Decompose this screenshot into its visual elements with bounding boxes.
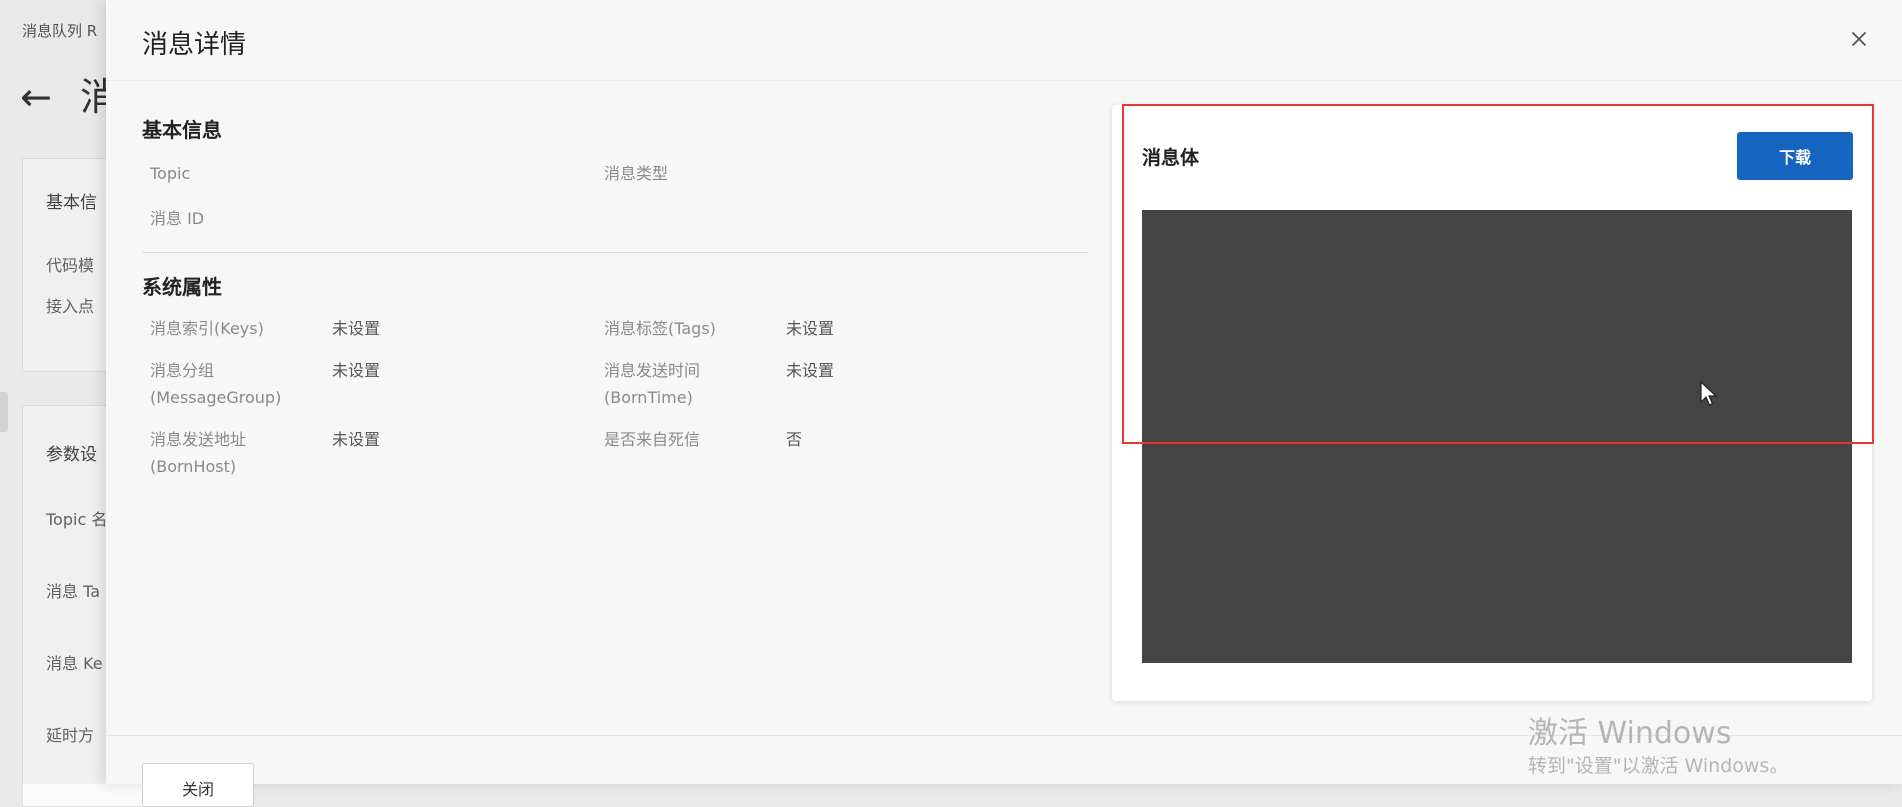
close-button[interactable]: 关闭 <box>142 763 254 807</box>
message-type-label: 消息类型 <box>604 164 669 183</box>
message-group-label-sub: (MessageGroup) <box>150 388 282 407</box>
section-divider <box>142 252 1088 253</box>
message-body-content[interactable] <box>1142 210 1852 663</box>
keys-label: 消息索引(Keys) <box>150 319 264 338</box>
dead-letter-value: 否 <box>786 430 803 449</box>
message-id-label: 消息 ID <box>150 209 205 228</box>
tags-value: 未设置 <box>786 319 835 338</box>
watermark-subtitle: 转到"设置"以激活 Windows。 <box>1528 755 1789 777</box>
message-body-title: 消息体 <box>1142 147 1200 169</box>
dead-letter-label: 是否来自死信 <box>604 430 701 449</box>
born-host-value: 未设置 <box>332 430 381 449</box>
tags-label: 消息标签(Tags) <box>604 319 716 338</box>
message-group-value: 未设置 <box>332 361 381 380</box>
born-time-label-sub: (BornTime) <box>604 388 693 407</box>
born-host-label: 消息发送地址 <box>150 430 247 449</box>
keys-value: 未设置 <box>332 319 381 338</box>
mouse-cursor-icon <box>1700 381 1718 406</box>
topic-label: Topic <box>150 164 191 183</box>
born-time-label: 消息发送时间 <box>604 361 701 380</box>
message-detail-drawer: 消息详情 基本信息 Topic 消息类型 消息 ID 系统属性 消息索引(Key… <box>106 0 1902 807</box>
message-body-card: 消息体 下载 <box>1112 105 1872 701</box>
watermark-title: 激活 Windows <box>1528 716 1732 751</box>
born-time-value: 未设置 <box>786 361 835 380</box>
born-host-label-sub: (BornHost) <box>150 457 237 476</box>
download-button[interactable]: 下载 <box>1737 132 1853 180</box>
drawer-overlay-mask[interactable] <box>0 0 106 784</box>
drawer-header: 消息详情 <box>106 0 1902 81</box>
windows-activation-watermark: 激活 Windows 转到"设置"以激活 Windows。 <box>1528 716 1788 780</box>
section-title-system: 系统属性 <box>142 275 222 299</box>
section-title-basic: 基本信息 <box>142 118 222 142</box>
message-group-label: 消息分组 <box>150 361 215 380</box>
drawer-title: 消息详情 <box>142 30 247 60</box>
close-icon[interactable] <box>1846 26 1872 52</box>
